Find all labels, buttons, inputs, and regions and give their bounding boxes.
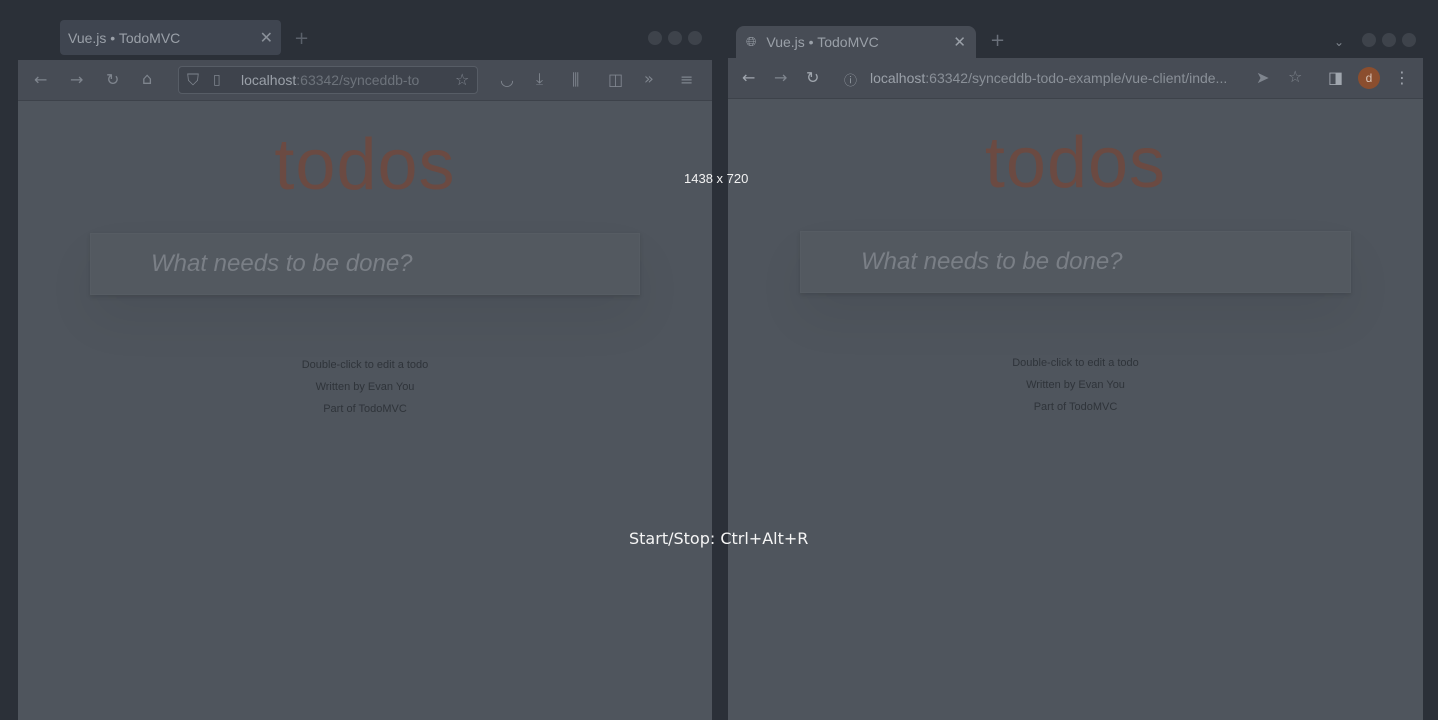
desktop-right-edge [1423,0,1438,720]
forward-icon[interactable]: → [70,72,83,88]
maximize-icon[interactable] [1382,33,1396,47]
kebab-menu-icon[interactable]: ⋮ [1394,70,1410,86]
record-shortcut-hint: Start/Stop: Ctrl+Alt+R [629,529,809,548]
omnibox[interactable]: ⓘ localhost:63342/synceddb-todo-example/… [836,63,1316,93]
tab-title: Vue.js • TodoMVC [766,34,879,50]
close-tab-icon[interactable]: ✕ [260,28,273,48]
footer-author: Written by Evan You [315,381,415,393]
footer-edit-hint: Double-click to edit a todo [1012,357,1139,369]
chrome-tab[interactable]: 🌐︎ Vue.js • TodoMVC ✕ [736,26,976,58]
url-text: localhost:63342/synceddb-to [241,72,419,88]
info-footer: Double-click to edit a todo Written by E… [728,352,1423,418]
page-icon: ▯ [213,72,221,88]
forward-icon[interactable]: → [774,70,787,86]
overflow-icon[interactable]: » [644,71,654,87]
close-window-icon[interactable] [1402,33,1416,47]
desktop-divider [712,0,728,720]
library-icon[interactable]: ⫼ [572,72,579,88]
new-todo-input[interactable] [801,232,1350,292]
back-icon[interactable]: ← [742,70,755,86]
new-tab-icon[interactable]: + [990,30,1005,51]
new-todo-box [800,231,1351,293]
chrome-window: 🌐︎ Vue.js • TodoMVC ✕ + ⌄ ← → ↻ ⓘ localh… [728,0,1423,720]
screen-size-label: 1438 x 720 [684,171,749,186]
url-bar[interactable]: ⛉ ▯ localhost:63342/synceddb-to ☆ [178,66,478,94]
firefox-toolbar: ← → ↻ ⌂ ⛉ ▯ localhost:63342/synceddb-to … [18,60,712,101]
download-icon[interactable]: ⤓ [536,71,543,87]
footer-todomvc-link[interactable]: Part of TodoMVC [728,396,1423,418]
minimize-icon[interactable] [1362,33,1376,47]
footer-todomvc-link[interactable]: Part of TodoMVC [18,398,712,420]
globe-icon: 🌐︎ [746,34,757,49]
back-icon[interactable]: ← [34,72,47,88]
url-path: :63342/synceddb-to [296,72,420,88]
firefox-tab[interactable]: Vue.js • TodoMVC ✕ [60,20,281,55]
firefox-window: Vue.js • TodoMVC ✕ + ← → ↻ ⌂ ⛉ ▯ localho… [18,0,712,720]
new-todo-input[interactable] [91,234,639,294]
info-footer: Double-click to edit a todo Written by E… [18,354,712,420]
footer-author: Written by Evan You [1026,379,1125,391]
reload-icon[interactable]: ↻ [106,72,119,88]
star-icon[interactable]: ☆ [455,72,469,88]
url-host: localhost [870,70,926,86]
footer-edit-hint: Double-click to edit a todo [301,359,429,371]
info-icon[interactable]: ⓘ [844,70,857,89]
page-title: todos [274,125,456,205]
new-tab-icon[interactable]: + [294,28,309,49]
chrome-tab-bar: 🌐︎ Vue.js • TodoMVC ✕ + ⌄ [728,0,1423,58]
star-icon[interactable]: ☆ [1288,69,1302,85]
window-controls [1362,33,1416,47]
minimize-icon[interactable] [648,31,662,45]
url-text: localhost:63342/synceddb-todo-example/vu… [870,70,1227,86]
url-host: localhost [241,72,297,88]
close-window-icon[interactable] [688,31,702,45]
home-icon[interactable]: ⌂ [142,71,152,87]
shield-icon[interactable]: ⛉ [187,72,199,88]
page-title: todos [984,123,1167,203]
reload-icon[interactable]: ↻ [806,70,819,86]
tab-search-icon[interactable]: ⌄ [1334,34,1344,50]
close-tab-icon[interactable]: ✕ [953,33,966,51]
desktop-left-edge [0,0,18,720]
side-panel-icon[interactable]: ◨ [1328,70,1343,86]
pocket-icon[interactable]: ◡ [500,72,514,88]
menu-icon[interactable]: ≡ [680,72,693,88]
profile-avatar[interactable]: d [1358,67,1380,89]
send-icon[interactable]: ➤ [1256,70,1269,86]
sidebar-icon[interactable]: ◫ [608,72,623,88]
window-controls [648,31,702,45]
firefox-tab-bar: Vue.js • TodoMVC ✕ + [18,0,712,60]
url-path: :63342/synceddb-todo-example/vue-client/… [925,70,1228,86]
maximize-icon[interactable] [668,31,682,45]
chrome-toolbar: ← → ↻ ⓘ localhost:63342/synceddb-todo-ex… [728,58,1423,99]
tab-title: Vue.js • TodoMVC [68,29,181,46]
new-todo-box [90,233,640,295]
